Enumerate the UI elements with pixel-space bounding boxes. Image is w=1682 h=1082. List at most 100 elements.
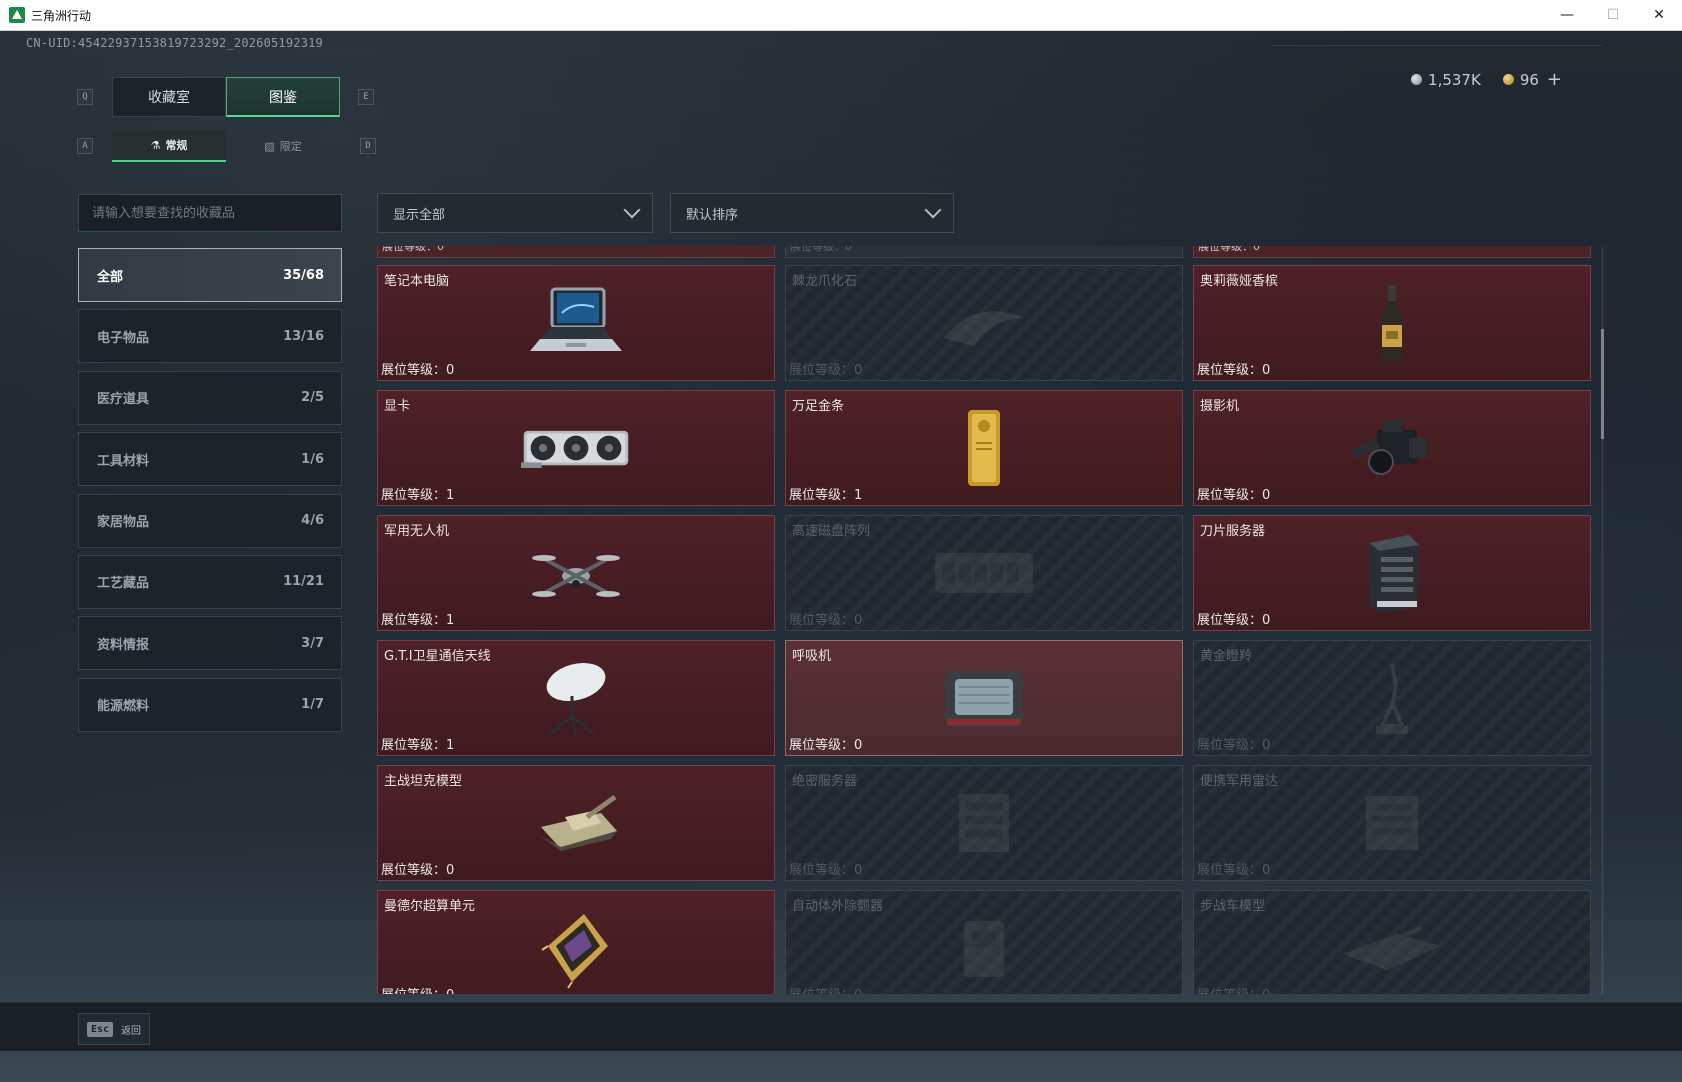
item-card[interactable]: 摄影机 展位等级：0 bbox=[1193, 390, 1591, 506]
category-medical[interactable]: 医疗道具 2/5 bbox=[78, 370, 342, 425]
minimize-button[interactable]: — bbox=[1544, 0, 1590, 30]
item-card[interactable]: 曼德尔超算单元展位等级：0 bbox=[377, 890, 775, 994]
category-electronics[interactable]: 电子物品 13/16 bbox=[78, 309, 342, 364]
item-name: 主战坦克模型 bbox=[384, 774, 463, 789]
item-name: 便携军用雷达 bbox=[1200, 774, 1279, 789]
item-card[interactable]: 呼吸机 展位等级：0 bbox=[785, 640, 1183, 756]
item-name: 步战车模型 bbox=[1200, 899, 1266, 914]
category-label: 医疗道具 bbox=[97, 392, 150, 408]
category-label: 能源燃料 bbox=[97, 699, 150, 715]
item-card[interactable]: 军用无人机展位等级：1 bbox=[377, 515, 775, 631]
champagne-icon bbox=[1337, 281, 1447, 365]
category-household[interactable]: 家居物品 4/6 bbox=[78, 493, 342, 548]
item-display-level: 展位等级：1 bbox=[381, 738, 455, 753]
grid-scrollbar[interactable] bbox=[1601, 247, 1604, 994]
item-name: 奥莉薇娅香槟 bbox=[1200, 274, 1279, 289]
tab-catalog[interactable]: 图鉴 bbox=[226, 77, 340, 117]
item-display-level: 展位等级：1 bbox=[381, 488, 455, 503]
item-card[interactable]: 万足金条 展位等级：1 bbox=[785, 390, 1183, 506]
chevron-down-icon bbox=[623, 201, 641, 219]
tab-limited-label: 限定 bbox=[279, 140, 302, 153]
item-card[interactable]: 黄金瞪羚展位等级：0 bbox=[1193, 640, 1591, 756]
category-tools[interactable]: 工具材料 1/6 bbox=[78, 432, 342, 487]
item-name: 绝密服务器 bbox=[792, 774, 858, 789]
category-crafts[interactable]: 工艺藏品 11/21 bbox=[78, 554, 342, 609]
chevron-down-icon bbox=[924, 201, 942, 219]
item-display-level: 展位等级：0 bbox=[789, 613, 863, 628]
category-label: 电子物品 bbox=[97, 330, 150, 346]
item-display-level: 展位等级：0 bbox=[381, 984, 454, 994]
item-card[interactable]: 高速磁盘阵列 展位等级：0 bbox=[785, 515, 1183, 631]
tab-regular[interactable]: ⚗ 常规 bbox=[112, 130, 226, 162]
ifv-model-icon bbox=[1337, 906, 1447, 990]
item-display-level: 展位等级：0 bbox=[1197, 738, 1271, 753]
item-card[interactable]: 主战坦克模型 展位等级：0 bbox=[377, 765, 775, 881]
category-count: 1/7 bbox=[301, 697, 324, 713]
disk-array-icon bbox=[929, 531, 1039, 615]
category-list: 全部 35/68 电子物品 13/16 医疗道具 2/5 工具材料 1/6 家居… bbox=[78, 248, 342, 739]
item-display-level: 展位等级：0 bbox=[381, 863, 455, 878]
item-card[interactable]: 奥莉薇娅香槟 展位等级：0 bbox=[1193, 265, 1591, 381]
item-name: 军用无人机 bbox=[384, 524, 450, 539]
cpu-unit-icon bbox=[521, 906, 631, 990]
item-card[interactable]: 显卡 展位等级：1 bbox=[377, 390, 775, 506]
category-count: 11/21 bbox=[283, 574, 324, 590]
item-display-level: 展位等级：0 bbox=[1197, 984, 1270, 994]
item-display-level: 展位等级：1 bbox=[789, 488, 863, 503]
esc-key-hint: Esc bbox=[87, 1021, 114, 1037]
category-energy[interactable]: 能源燃料 1/7 bbox=[78, 677, 342, 732]
item-card[interactable]: 自动体外除颤器展位等级：0 bbox=[785, 890, 1183, 994]
filter-dropdown[interactable]: 显示全部 bbox=[377, 193, 653, 233]
item-card[interactable]: 便携军用雷达 展位等级：0 bbox=[1193, 765, 1591, 881]
tab-regular-label: 常规 bbox=[165, 139, 188, 152]
silver-amount: 1,537K bbox=[1428, 70, 1481, 89]
partial-row: 展位等级：0 展位等级：0 展位等级：0 bbox=[377, 246, 1599, 258]
category-count: 2/5 bbox=[301, 390, 324, 406]
sub-tabs: ⚗ 常规 ▨ 限定 bbox=[112, 130, 340, 162]
item-grid: 展位等级：0 展位等级：0 展位等级：0 笔记本电脑 展位等级：0 棘龙爪化石 展位等… bbox=[377, 246, 1599, 994]
item-name: 摄影机 bbox=[1200, 399, 1240, 414]
item-card[interactable]: G.T.I卫星通信天线 展位等级：1 bbox=[377, 640, 775, 756]
back-label: 返回 bbox=[121, 1025, 142, 1037]
item-display-level: 展位等级：0 bbox=[1197, 363, 1271, 378]
item-name: 笔记本电脑 bbox=[384, 274, 450, 289]
item-name: 自动体外除颤器 bbox=[792, 899, 884, 914]
window-controls: — ☐ ✕ bbox=[1544, 0, 1682, 30]
drone-icon bbox=[521, 531, 631, 615]
add-currency-button[interactable]: + bbox=[1547, 69, 1562, 90]
bottom-bar: Esc 返回 bbox=[0, 1002, 1682, 1051]
back-button[interactable]: Esc 返回 bbox=[78, 1013, 151, 1045]
app-logo-icon bbox=[9, 7, 25, 23]
item-card[interactable]: 棘龙爪化石 展位等级：0 bbox=[785, 265, 1183, 381]
category-count: 4/6 bbox=[301, 513, 324, 529]
partial-card-level: 展位等级：0 bbox=[1193, 246, 1591, 258]
tab-limited[interactable]: ▨ 限定 bbox=[226, 130, 340, 162]
item-name: G.T.I卫星通信天线 bbox=[384, 649, 491, 664]
item-card[interactable]: 笔记本电脑展位等级：0 bbox=[377, 265, 775, 381]
item-cards: 笔记本电脑 展位等级：0 棘龙爪化石 展位等级：0 奥莉薇娅香槟 展位等级：0 显卡 展位等级… bbox=[377, 265, 1591, 994]
item-card[interactable]: 步战车模型展位等级：0 bbox=[1193, 890, 1591, 994]
item-display-level: 展位等级：0 bbox=[381, 363, 455, 378]
gold-coin-icon bbox=[1502, 74, 1514, 85]
search-input[interactable] bbox=[92, 205, 341, 221]
close-button[interactable]: ✕ bbox=[1636, 0, 1682, 30]
partial-card-level: 展位等级：0 bbox=[785, 246, 1183, 258]
tab-collection-room[interactable]: 收藏室 bbox=[112, 77, 226, 117]
item-card[interactable]: 刀片服务器 展位等级：0 bbox=[1193, 515, 1591, 631]
scrollbar-thumb[interactable] bbox=[1601, 329, 1604, 439]
category-label: 家居物品 bbox=[97, 515, 150, 531]
item-display-level: 展位等级：0 bbox=[1197, 863, 1271, 878]
satellite-dish-icon bbox=[521, 656, 631, 740]
camera-icon bbox=[1337, 406, 1447, 490]
category-all[interactable]: 全部 35/68 bbox=[78, 248, 342, 302]
defibrillator-icon bbox=[929, 906, 1039, 990]
silver-currency: 1,537K bbox=[1411, 71, 1481, 89]
item-display-level: 展位等级：1 bbox=[381, 613, 455, 628]
blade-server-icon bbox=[1337, 531, 1447, 615]
item-card[interactable]: 绝密服务器 展位等级：0 bbox=[785, 765, 1183, 881]
item-name: 黄金瞪羚 bbox=[1200, 649, 1253, 664]
gold-bar-icon bbox=[929, 406, 1039, 490]
maximize-button[interactable]: ☐ bbox=[1590, 0, 1636, 30]
category-intel[interactable]: 资料情报 3/7 bbox=[78, 616, 342, 671]
sort-dropdown[interactable]: 默认排序 bbox=[670, 193, 954, 233]
